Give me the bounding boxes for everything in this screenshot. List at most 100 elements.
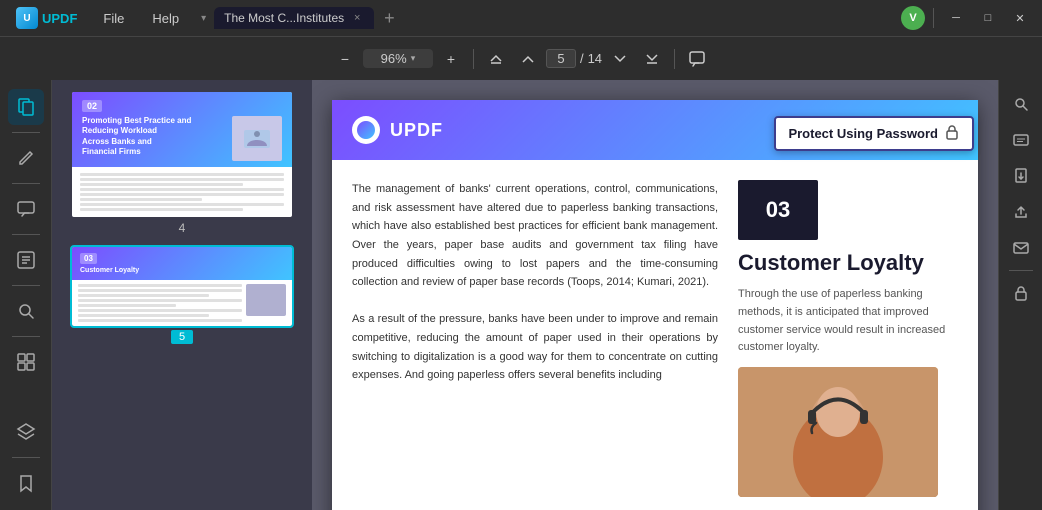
brand-icon <box>352 116 380 144</box>
zoom-dropdown-icon: ▾ <box>411 53 416 64</box>
menu-help[interactable]: Help <box>142 7 189 30</box>
thumb4-lines: Promoting Best Practice andReducing Work… <box>82 116 226 158</box>
zoom-display[interactable]: 96% ▾ <box>363 49 433 68</box>
customer-loyalty-title: Customer Loyalty <box>738 250 924 276</box>
zoom-in-btn[interactable]: + <box>437 45 465 73</box>
protect-btn-label: Protect Using Password <box>788 126 938 141</box>
thumb4-line-7 <box>80 203 284 206</box>
titlebar-sep <box>933 8 934 28</box>
right-sidebar-sep <box>1009 270 1033 271</box>
thumb4-body <box>72 167 292 217</box>
thumb4-line-8 <box>80 208 243 211</box>
right-ocr-icon[interactable] <box>1005 124 1037 156</box>
zoom-out-btn[interactable]: − <box>331 45 359 73</box>
page-badge: 03 <box>738 180 818 240</box>
pdf-content: The management of banks' current operati… <box>332 160 978 510</box>
tab-title: The Most C...Institutes <box>224 11 344 25</box>
pdf-text-column: The management of banks' current operati… <box>352 180 738 497</box>
scroll-top-btn[interactable] <box>482 45 510 73</box>
logo-text: UPDF <box>42 11 77 26</box>
person-image <box>738 367 938 497</box>
t5-l7 <box>78 314 209 317</box>
sidebar-icon-layers[interactable] <box>8 414 44 450</box>
sidebar-sep-3 <box>12 234 40 235</box>
thumb4-line-1 <box>80 173 284 176</box>
scroll-bottom-btn[interactable] <box>638 45 666 73</box>
active-tab[interactable]: The Most C...Institutes × <box>214 7 374 29</box>
t5-l8 <box>78 319 242 322</box>
maximize-btn[interactable]: □ <box>974 8 1002 28</box>
thumbnail-frame-4: 02 Promoting Best Practice andReducing W… <box>72 92 292 217</box>
page-input[interactable] <box>546 49 576 68</box>
t5-l2 <box>78 289 242 292</box>
protect-btn-icon <box>944 124 960 143</box>
toolbar-divider-1 <box>473 49 474 69</box>
thumb4-line-6 <box>80 198 202 201</box>
new-tab-btn[interactable]: + <box>378 9 401 27</box>
scroll-up-btn[interactable] <box>514 45 542 73</box>
sidebar-icon-search[interactable] <box>8 293 44 329</box>
t5-l3 <box>78 294 209 297</box>
sidebar-sep-2 <box>12 183 40 184</box>
thumb4-title: Promoting Best Practice andReducing Work… <box>82 116 226 158</box>
pdf-body-text-2: As a result of the pressure, banks have … <box>352 310 718 385</box>
customer-loyalty-desc: Through the use of paperless banking met… <box>738 286 958 356</box>
t5-l4 <box>78 299 242 302</box>
sidebar-sep-4 <box>12 285 40 286</box>
pdf-body-text-1: The management of banks' current operati… <box>352 180 718 292</box>
comment-btn[interactable] <box>683 45 711 73</box>
t5-l5 <box>78 304 176 307</box>
sidebar-icon-comment[interactable] <box>8 191 44 227</box>
app-logo: U UPDF <box>8 3 85 33</box>
thumb4-header: 02 Promoting Best Practice andReducing W… <box>72 92 292 167</box>
thumbnail-frame-5: 03 Customer Loyalty <box>72 247 292 326</box>
minimize-btn[interactable]: ─ <box>942 8 970 28</box>
thumb4-page-label: 4 <box>179 221 186 235</box>
thumb4-line-2 <box>80 178 284 181</box>
right-search-icon[interactable] <box>1005 88 1037 120</box>
close-btn[interactable]: ✕ <box>1006 8 1034 28</box>
thumb5-lines <box>78 284 242 322</box>
right-lock-icon[interactable] <box>1005 277 1037 309</box>
zoom-level: 96% <box>381 51 407 66</box>
right-extract-icon[interactable] <box>1005 160 1037 192</box>
thumb5-title: Customer Loyalty <box>80 267 284 274</box>
thumb5-img <box>246 284 286 316</box>
t5-l6 <box>78 309 242 312</box>
sidebar-icon-organize[interactable] <box>8 344 44 380</box>
toolbar: − 96% ▾ + / 14 <box>0 36 1042 80</box>
thumb5-header: 03 Customer Loyalty <box>72 247 292 280</box>
tab-close-btn[interactable]: × <box>350 11 364 25</box>
avatar[interactable]: V <box>901 6 925 30</box>
sidebar-sep-5 <box>12 336 40 337</box>
pdf-page: UPDF Protect Using Password The manageme… <box>332 100 978 510</box>
thumbnail-item-4[interactable]: 02 Promoting Best Practice andReducing W… <box>60 92 304 235</box>
tab-overflow-btn[interactable]: ▾ <box>197 9 210 28</box>
page-separator: / <box>580 51 584 66</box>
sidebar-icon-bookmark[interactable] <box>8 465 44 501</box>
sidebar-sep-1 <box>12 132 40 133</box>
main-area: 02 Promoting Best Practice andReducing W… <box>0 80 1042 510</box>
sidebar-icon-note[interactable] <box>8 242 44 278</box>
pdf-viewer[interactable]: UPDF Protect Using Password The manageme… <box>312 80 998 510</box>
menu-file[interactable]: File <box>93 7 134 30</box>
right-sidebar <box>998 80 1042 510</box>
right-mail-icon[interactable] <box>1005 232 1037 264</box>
right-share-icon[interactable] <box>1005 196 1037 228</box>
sidebar-icon-edit[interactable] <box>8 140 44 176</box>
thumb4-badge: 02 <box>82 100 102 112</box>
customer-image <box>738 367 938 497</box>
titlebar: U UPDF File Help ▾ The Most C...Institut… <box>0 0 1042 36</box>
protect-password-btn[interactable]: Protect Using Password <box>774 116 974 151</box>
brand-text: UPDF <box>390 120 443 141</box>
pdf-right-column: 03 Customer Loyalty Through the use of p… <box>738 180 958 497</box>
brand-inner <box>357 121 375 139</box>
thumbnail-item-5[interactable]: 03 Customer Loyalty <box>60 247 304 344</box>
sidebar-sep-bottom <box>12 457 40 458</box>
scroll-down-btn[interactable] <box>606 45 634 73</box>
thumb4-img <box>232 116 282 161</box>
toolbar-divider-2 <box>674 49 675 69</box>
titlebar-right: V ─ □ ✕ <box>901 6 1034 30</box>
sidebar-icon-pages[interactable] <box>8 89 44 125</box>
thumb4-line-3 <box>80 183 243 186</box>
